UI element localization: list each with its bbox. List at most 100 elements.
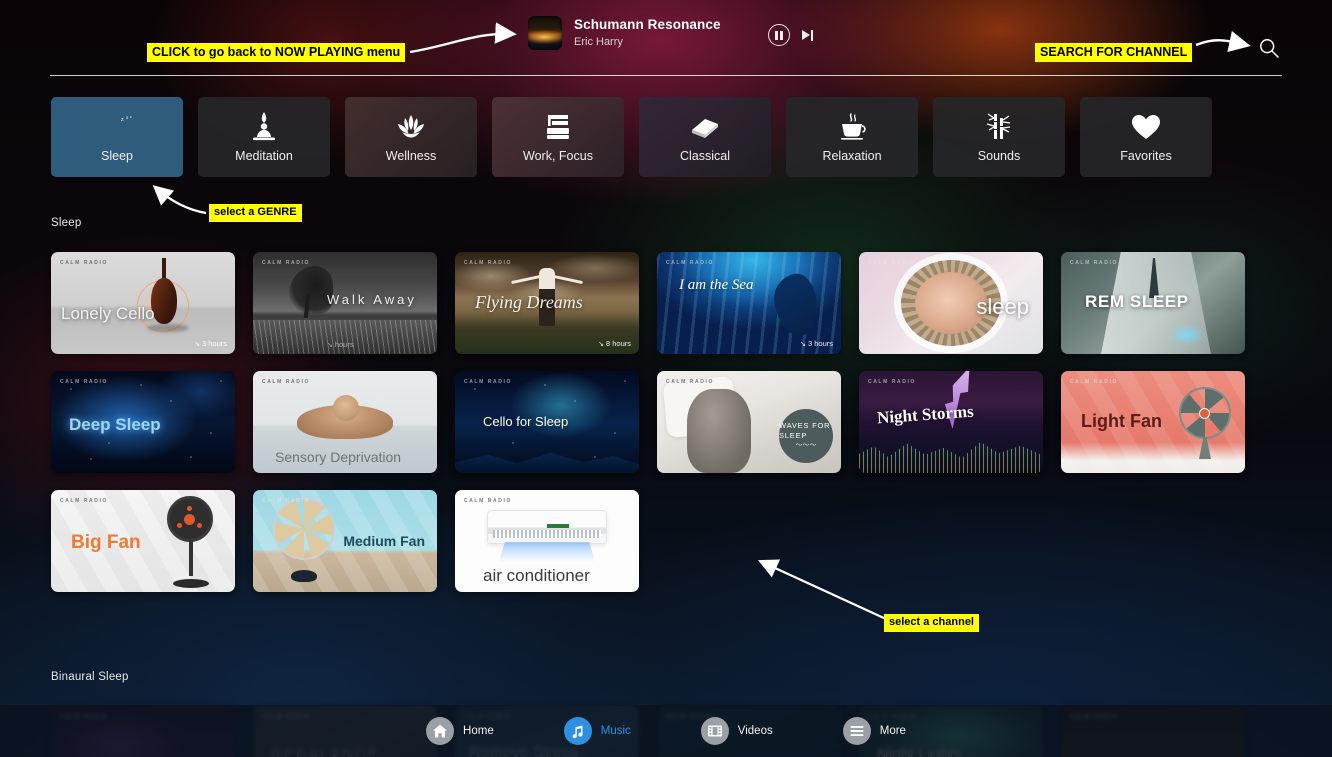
nav-item-home[interactable]: Home xyxy=(426,717,494,745)
calm-radio-logo: CALM RADIO xyxy=(666,379,714,385)
calm-radio-logo: CALM RADIO xyxy=(60,379,108,385)
channel-card-waves-for-sleep[interactable]: WAVES FOR SLEEP 〜〜〜 CALM RADIO xyxy=(657,371,841,473)
channel-title: Light Fan xyxy=(1081,411,1162,431)
annotation-now-playing: CLICK to go back to NOW PLAYING menu xyxy=(147,43,406,63)
channel-duration: 8 hours xyxy=(598,339,631,348)
channel-card-night-storms[interactable]: CALM RADIO Night Storms xyxy=(859,371,1043,473)
channel-title: air conditioner xyxy=(483,566,590,585)
genre-tab-label: Wellness xyxy=(385,149,437,163)
heart-icon xyxy=(1130,111,1162,143)
channel-title: sleep xyxy=(976,294,1029,319)
calm-radio-logo: CALM RADIO xyxy=(262,260,310,266)
arrow-genre xyxy=(152,185,207,215)
channel-title: Medium Fan xyxy=(343,533,425,549)
channel-card-flying-dreams[interactable]: CALM RADIO Flying Dreams 8 hours xyxy=(455,252,639,354)
channel-artwork: WAVES FOR SLEEP 〜〜〜 xyxy=(657,371,841,473)
coffee-cup-icon xyxy=(836,111,868,143)
calm-radio-logo: CALM RADIO xyxy=(1070,260,1118,266)
wave-squiggle-icon: 〜〜〜 xyxy=(795,442,817,450)
nav-item-more[interactable]: More xyxy=(842,717,906,745)
genre-tab-label: Relaxation xyxy=(822,149,882,163)
genre-tab-work-focus[interactable]: Work, Focus xyxy=(492,97,624,177)
nav-item-label: More xyxy=(879,725,906,737)
channel-card-walk-away[interactable]: CALM RADIO Walk Away hours xyxy=(253,252,437,354)
channel-card-sensory-deprivation[interactable]: CALM RADIO Sensory Deprivation xyxy=(253,371,437,473)
genre-tab-sleep[interactable]: z z z Sleep xyxy=(51,97,183,177)
genre-tab-classical[interactable]: Classical xyxy=(639,97,771,177)
channel-card-lonely-cello[interactable]: CALM RADIO Lonely Cello 3 hours xyxy=(51,252,235,354)
channel-title: Sensory Deprivation xyxy=(275,449,402,465)
nav-item-videos[interactable]: Videos xyxy=(700,717,773,745)
calm-radio-logo: CALM RADIO xyxy=(60,260,108,266)
genre-tab-bar: z z z Sleep Meditation Wellness Work, Fo… xyxy=(51,97,1212,177)
nav-item-music[interactable]: Music xyxy=(563,717,631,745)
channel-card-deep-sleep[interactable]: CALM RADIO Deep Sleep xyxy=(51,371,235,473)
books-icon xyxy=(543,111,573,143)
channel-title: REM SLEEP xyxy=(1085,292,1189,311)
now-playing-meta: Schumann Resonance Eric Harry xyxy=(574,17,721,50)
genre-tab-label: Meditation xyxy=(235,149,293,163)
genre-tab-relaxation[interactable]: Relaxation xyxy=(786,97,918,177)
channel-title: WAVES FOR SLEEP xyxy=(779,421,831,441)
channel-duration: hours xyxy=(327,340,354,349)
search-button[interactable] xyxy=(1258,37,1280,59)
hamburger-icon xyxy=(842,717,871,745)
genre-tab-sounds[interactable]: Sounds xyxy=(933,97,1065,177)
pause-icon xyxy=(775,30,783,40)
music-note-icon xyxy=(563,717,592,745)
film-icon xyxy=(700,717,729,745)
channel-duration: 3 hours xyxy=(194,339,227,348)
genre-tab-label: Classical xyxy=(679,149,730,163)
channel-grid: CALM RADIO Lonely Cello 3 hours CALM RAD… xyxy=(51,252,1291,592)
svg-text:z: z xyxy=(126,116,129,121)
calm-radio-app: Schumann Resonance Eric Harry z z z Slee… xyxy=(0,0,1332,757)
channel-card-cello-for-sleep[interactable]: CALM RADIO Cello for Sleep xyxy=(455,371,639,473)
svg-text:z: z xyxy=(121,117,124,123)
calm-radio-logo: CALM RADIO xyxy=(666,260,714,266)
genre-tab-wellness[interactable]: Wellness xyxy=(345,97,477,177)
bamboo-icon xyxy=(984,111,1014,143)
genre-tab-label: Sleep xyxy=(101,149,133,163)
calm-radio-logo: CALM RADIO xyxy=(262,379,310,385)
calm-radio-logo: CALM RADIO xyxy=(868,379,916,385)
genre-tab-label: Favorites xyxy=(1120,149,1172,163)
svg-text:z: z xyxy=(130,114,132,119)
channel-card-rem-sleep[interactable]: CALM RADIO REM SLEEP xyxy=(1061,252,1245,354)
calm-radio-logo: CALM RADIO xyxy=(464,260,512,266)
bottom-navigation-bar: Home Music Videos More xyxy=(0,705,1332,757)
channel-title: Walk Away xyxy=(327,292,417,307)
piano-icon xyxy=(689,111,721,143)
calm-radio-logo: CALM RADIO xyxy=(1070,379,1118,385)
now-playing-artist: Eric Harry xyxy=(574,35,623,48)
genre-tab-favorites[interactable]: Favorites xyxy=(1080,97,1212,177)
channel-card-light-fan[interactable]: CALM RADIO Light Fan xyxy=(1061,371,1245,473)
channel-card-medium-fan[interactable]: CALM RADIO Medium Fan xyxy=(253,490,437,592)
annotation-channel: select a channel xyxy=(884,614,979,632)
channel-card-big-fan[interactable]: CALM RADIO Big Fan xyxy=(51,490,235,592)
calm-radio-logo: CALM RADIO xyxy=(464,379,512,385)
pause-button[interactable] xyxy=(768,24,790,46)
lotus-icon xyxy=(394,111,428,143)
channel-card-i-am-the-sea[interactable]: CALM RADIO I am the Sea 3 hours xyxy=(657,252,841,354)
top-bar: Schumann Resonance Eric Harry xyxy=(0,0,1332,76)
channel-title: Big Fan xyxy=(71,532,141,553)
section-title-sleep: Sleep xyxy=(51,217,82,229)
channel-title: Flying Dreams xyxy=(475,292,583,312)
genre-tab-meditation[interactable]: Meditation xyxy=(198,97,330,177)
nav-item-label: Music xyxy=(600,725,631,737)
now-playing-button[interactable]: Schumann Resonance Eric Harry xyxy=(528,16,721,50)
album-art-thumbnail[interactable] xyxy=(528,16,562,50)
next-track-button[interactable] xyxy=(802,29,815,41)
annotation-genre: select a GENRE xyxy=(209,204,302,222)
moon-zzz-icon: z z z xyxy=(100,111,134,143)
channel-title: Deep Sleep xyxy=(69,415,161,434)
search-icon xyxy=(1260,39,1279,58)
nav-item-label: Videos xyxy=(737,725,773,737)
channel-title: I am the Sea xyxy=(679,277,754,293)
calm-radio-logo: CALM RADIO xyxy=(262,498,310,504)
channel-title: Lonely Cello xyxy=(61,304,155,323)
channel-card-air-conditioner[interactable]: CALM RADIO air conditioner xyxy=(455,490,639,592)
header-divider xyxy=(50,75,1282,76)
calm-radio-logo: CALM RADIO xyxy=(60,498,108,504)
channel-card-sleep[interactable]: CALM RADIO sleep xyxy=(859,252,1043,354)
